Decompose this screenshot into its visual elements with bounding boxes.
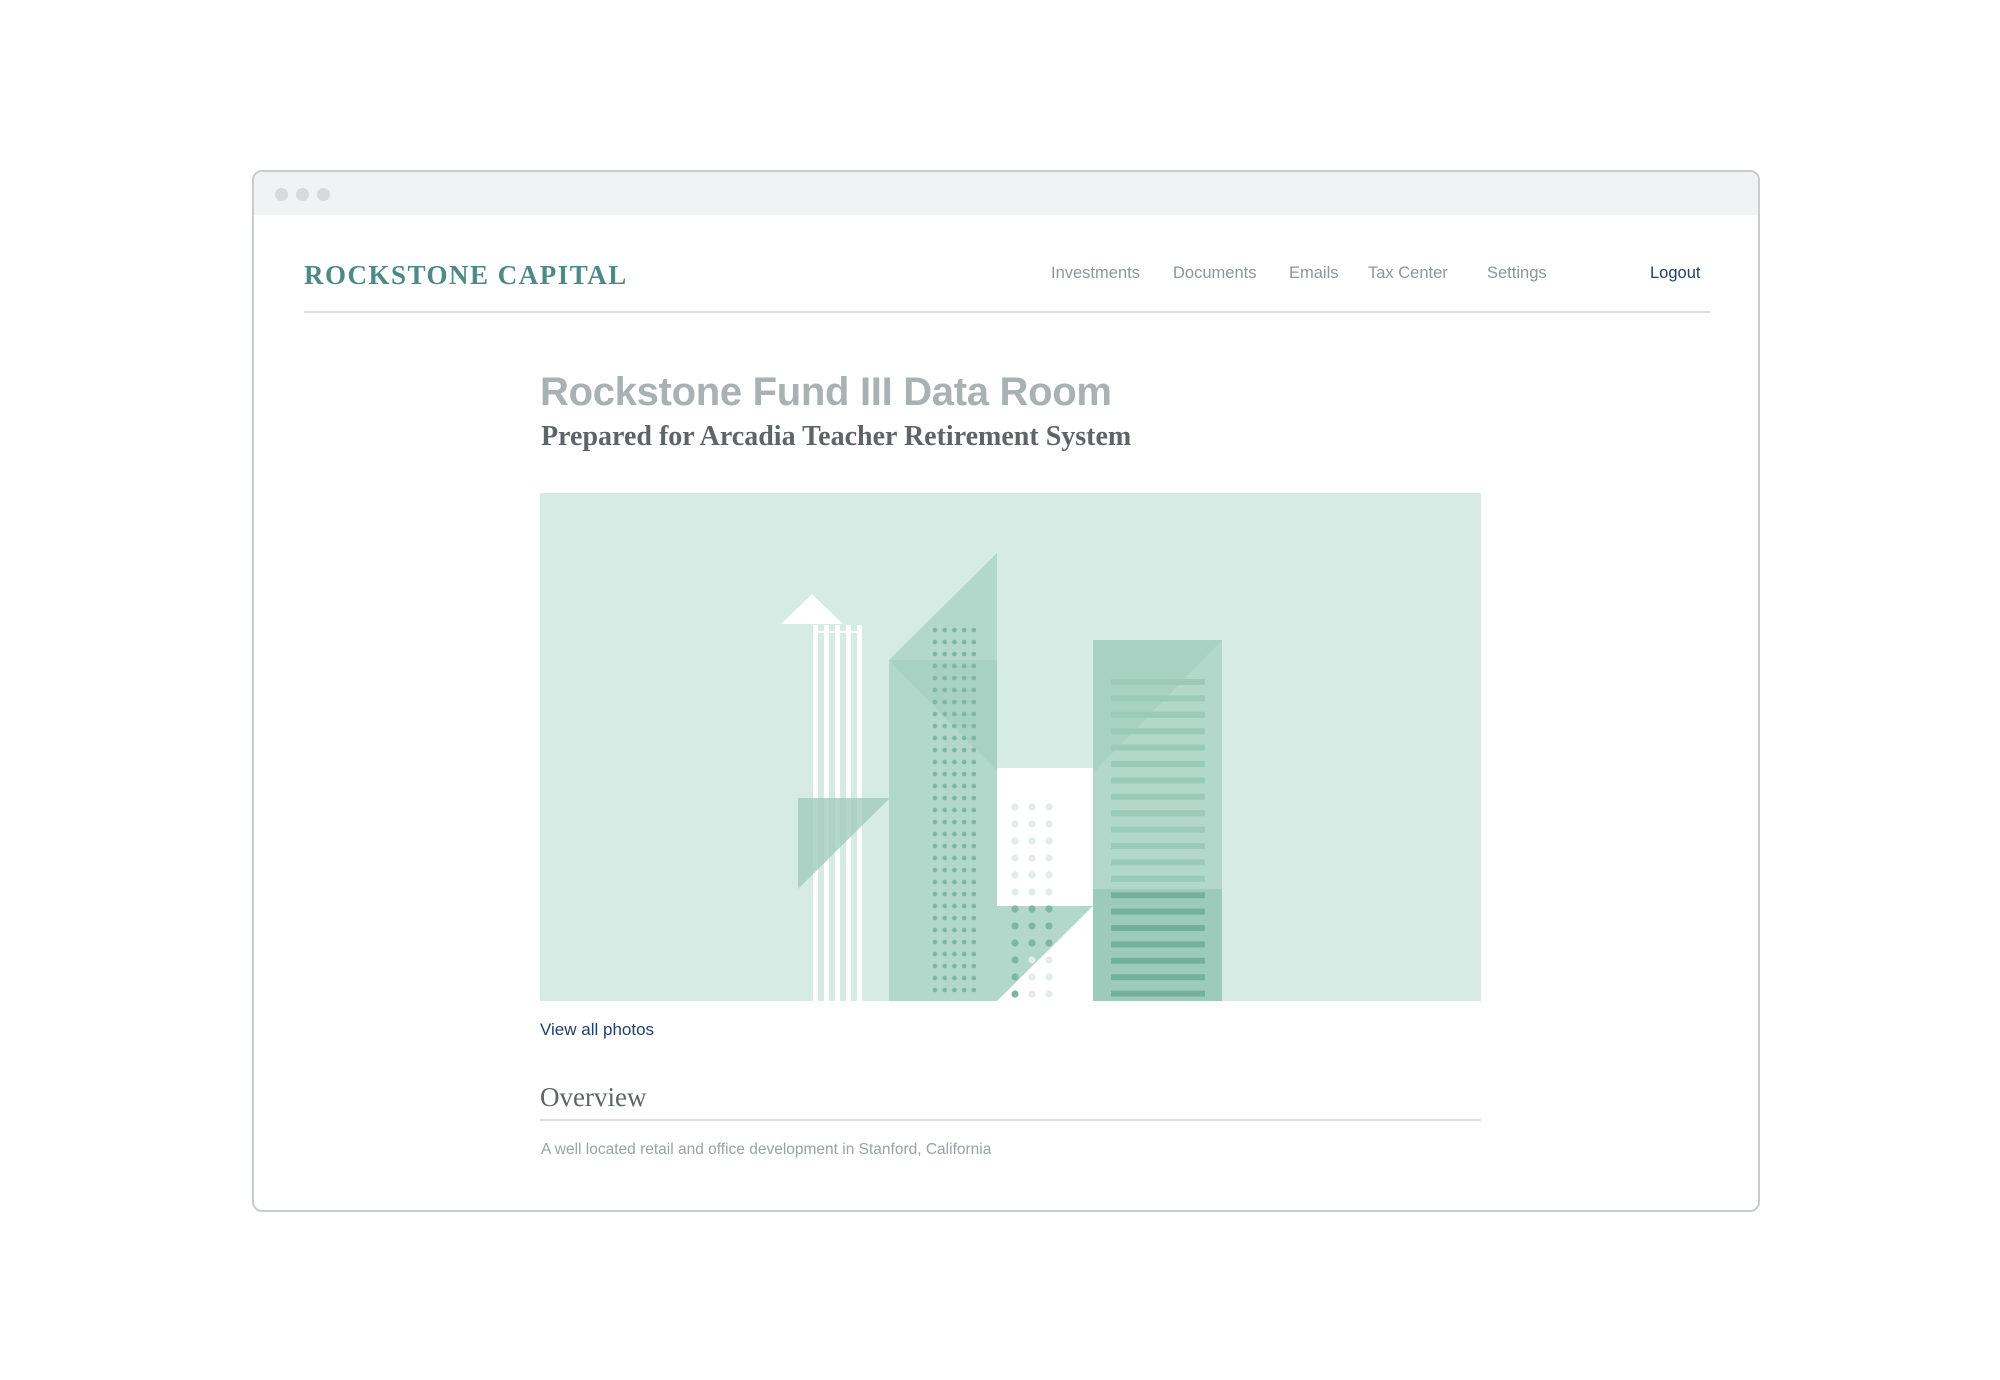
tower-center — [889, 553, 997, 1001]
page-title: Rockstone Fund III Data Room — [540, 370, 1112, 414]
main-nav: Investments Documents Emails Tax Center … — [304, 264, 1710, 288]
building-middle — [997, 768, 1093, 1001]
hero-image[interactable] — [540, 493, 1481, 1001]
nav-investments[interactable]: Investments — [1051, 264, 1140, 283]
window-dot-minimize[interactable] — [296, 188, 309, 201]
nav-tax-center[interactable]: Tax Center — [1368, 264, 1448, 283]
view-all-photos-link[interactable]: View all photos — [540, 1020, 654, 1040]
overview-text: A well located retail and office develop… — [541, 1141, 992, 1158]
tower-left — [781, 594, 890, 1001]
nav-emails[interactable]: Emails — [1289, 264, 1339, 283]
nav-documents[interactable]: Documents — [1173, 264, 1256, 283]
city-skyline-illustration-icon — [781, 553, 1222, 1001]
window-dot-maximize[interactable] — [317, 188, 330, 201]
site-header: ROCKSTONE CAPITAL Investments Documents … — [304, 215, 1710, 313]
tower-right — [1093, 640, 1222, 1001]
nav-logout[interactable]: Logout — [1650, 264, 1700, 283]
window-dot-close[interactable] — [275, 188, 288, 201]
browser-window: ROCKSTONE CAPITAL Investments Documents … — [252, 170, 1760, 1212]
page-subtitle: Prepared for Arcadia Teacher Retirement … — [541, 421, 1132, 452]
nav-settings[interactable]: Settings — [1487, 264, 1547, 283]
overview-heading-text: Overview — [540, 1082, 647, 1112]
overview-heading: Overview — [540, 1082, 1481, 1121]
browser-titlebar — [254, 172, 1758, 215]
